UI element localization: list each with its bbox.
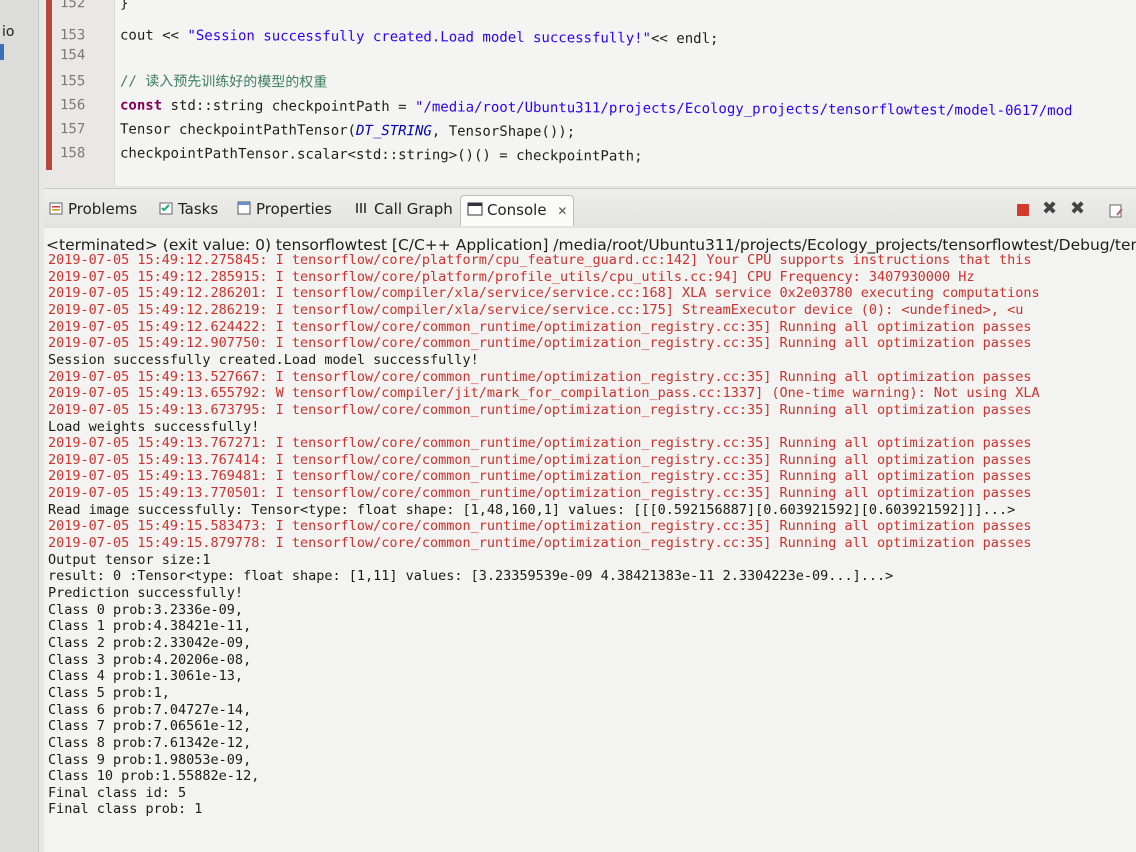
tab-tasks[interactable]: Tasks — [158, 197, 218, 221]
console-output-line: Class 5 prob:1, — [48, 684, 170, 701]
console-output-line: Class 7 prob:7.06561e-12, — [48, 718, 252, 735]
console-output-line: Class 10 prob:1.55882e-12, — [48, 768, 260, 785]
console-log-line: 2019-07-05 15:49:13.673795: I tensorflow… — [48, 401, 1032, 418]
console-output-line: Final class prob: 1 — [48, 801, 203, 818]
console-log-line: 2019-07-05 15:49:13.767414: I tensorflow… — [48, 451, 1032, 468]
console-log-line: 2019-07-05 15:49:15.879778: I tensorflow… — [48, 535, 1032, 552]
line-number: 158 — [59, 145, 86, 162]
tab-label: Console — [487, 201, 547, 219]
console-log-line: 2019-07-05 15:49:13.769481: I tensorflow… — [48, 468, 1032, 485]
terminate-icon[interactable] — [1016, 203, 1030, 220]
console-output-line: Class 2 prob:2.33042e-09, — [48, 634, 252, 651]
code-token: "/media/root/Ubuntu311/projects/Ecology_… — [414, 99, 1073, 120]
tab-label: Problems — [68, 200, 138, 218]
console-log-line: 2019-07-05 15:49:12.275845: I tensorflow… — [48, 252, 1032, 268]
console-output-line: Class 9 prob:1.98053e-09, — [48, 751, 252, 768]
tab-label: Call Graph — [374, 200, 453, 218]
tab-label: Properties — [256, 200, 332, 218]
console-log-line: 2019-07-05 15:49:13.767271: I tensorflow… — [48, 435, 1032, 452]
console-output-line: result: 0 :Tensor<type: float shape: [1,… — [48, 568, 894, 585]
line-number: 156 — [59, 97, 86, 114]
change-marker — [46, 0, 52, 170]
line-number: 155 — [59, 73, 86, 90]
console-output-line: Class 8 prob:7.61342e-12, — [48, 734, 252, 751]
console-output-line: Load weights successfully! — [48, 418, 260, 435]
console-log-line: 2019-07-05 15:49:12.624422: I tensorflow… — [48, 318, 1032, 335]
close-icon[interactable]: ✕ — [557, 204, 567, 218]
console-output-line: Output tensor size:1 — [48, 551, 211, 568]
code-token: << endl; — [650, 30, 719, 48]
tasks-icon — [158, 199, 174, 215]
code-text: checkpointPathTensor.scalar<std::string>… — [120, 142, 643, 167]
console-output-line: Class 1 prob:4.38421e-11, — [48, 618, 252, 635]
console-output-line: Class 4 prob:1.3061e-13, — [48, 668, 244, 685]
problems-icon — [48, 199, 64, 215]
tab-label: Tasks — [178, 200, 219, 218]
call-graph-icon — [354, 199, 370, 215]
console-output-line: Read image successfully: Tensor<type: fl… — [48, 501, 1016, 518]
console-output-line: Final class id: 5 — [48, 784, 187, 801]
console-output-line: Class 0 prob:3.2336e-09, — [48, 601, 244, 618]
console-output-line: Class 6 prob:7.04727e-14, — [48, 701, 252, 718]
line-number: 154 — [59, 47, 86, 64]
line-number: 153 — [59, 27, 86, 44]
console-output-line: Session successfully created.Load model … — [48, 351, 479, 368]
console-log-line: 2019-07-05 15:49:12.907750: I tensorflow… — [48, 335, 1032, 352]
code-token: checkpointPathTensor.scalar<std::string>… — [119, 145, 643, 165]
remove-all-terminated-icon[interactable]: ✖ — [1070, 200, 1085, 218]
console-icon — [467, 198, 483, 216]
code-token: "Session successfully created.Load model… — [187, 27, 652, 47]
remove-launch-icon[interactable]: ✖ — [1042, 200, 1057, 218]
tab-console[interactable]: Console ✕ — [460, 195, 575, 226]
view-tab-bar: Problems Tasks Properties Call Graph Con… — [44, 188, 1136, 230]
tab-problems[interactable]: Problems — [48, 197, 137, 221]
console-log-line: 2019-07-05 15:49:12.285915: I tensorflow… — [48, 268, 975, 285]
code-token: const — [119, 97, 163, 114]
console-log-line: 2019-07-05 15:49:12.286201: I tensorflow… — [48, 285, 1040, 302]
console-log-line: 2019-07-05 15:49:13.527667: I tensorflow… — [48, 368, 1032, 385]
code-token: Tensor checkpointPathTensor( — [119, 121, 357, 139]
console-log-line: 2019-07-05 15:49:15.583473: I tensorflow… — [48, 518, 1032, 535]
code-token: DT_STRING — [355, 122, 432, 140]
left-pane-selection — [0, 44, 4, 60]
properties-icon — [236, 199, 252, 215]
code-text: Tensor checkpointPathTensor(DT_STRING, T… — [120, 118, 575, 143]
console-view[interactable]: <terminated> (exit value: 0) tensorflowt… — [44, 228, 1136, 852]
code-token: cout << — [119, 27, 188, 44]
code-token: // 读入预先训练好的模型的权重 — [119, 73, 328, 91]
tab-properties[interactable]: Properties — [236, 197, 332, 221]
line-number: 152 — [59, 0, 86, 12]
console-output-line: Class 3 prob:4.20206e-08, — [48, 651, 252, 668]
left-pane-text: io — [2, 24, 15, 40]
line-number: 157 — [59, 121, 86, 138]
clear-console-icon[interactable] — [1108, 203, 1124, 222]
code-text: const std::string checkpointPath = "/med… — [120, 94, 1073, 122]
code-text: // 读入预先训练好的模型的权重 — [120, 70, 327, 93]
console-log-line: 2019-07-05 15:49:13.655792: W tensorflow… — [48, 385, 1040, 402]
console-output-line: Prediction successfully! — [48, 585, 244, 601]
code-token: std::string checkpointPath = — [162, 97, 416, 116]
code-token: , TensorShape()); — [431, 123, 576, 141]
tab-call-graph[interactable]: Call Graph — [354, 197, 453, 221]
left-pane-sliver: io — [0, 0, 39, 852]
console-log-line: 2019-07-05 15:49:12.286219: I tensorflow… — [48, 301, 1024, 318]
code-text: cout << "Session successfully created.Lo… — [120, 24, 719, 50]
code-text: } — [119, 0, 129, 12]
code-editor[interactable]: 152} 153 cout << "Session successfully cre… — [44, 0, 1136, 186]
console-log-line: 2019-07-05 15:49:13.770501: I tensorflow… — [48, 485, 1032, 502]
